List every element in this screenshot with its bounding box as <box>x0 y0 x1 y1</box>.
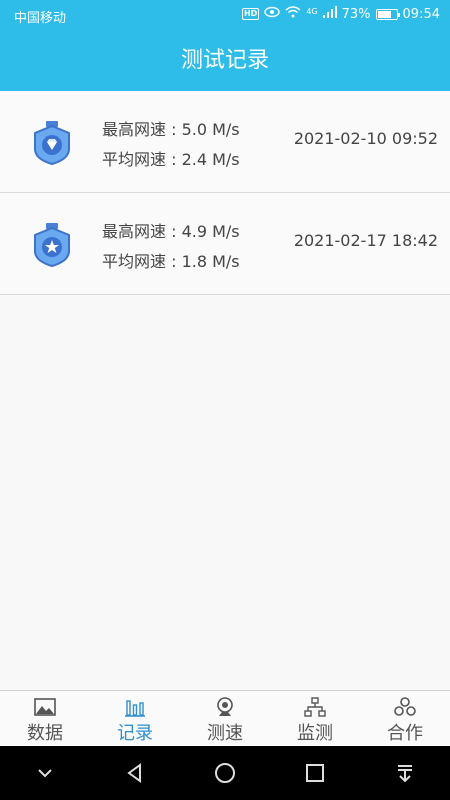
speed-info: 最高网速 : 5.0 M/s 平均网速 : 2.4 M/s <box>102 115 240 175</box>
tab-label: 记录 <box>117 723 153 744</box>
battery-percent: 73% <box>341 6 371 22</box>
tab-speedtest[interactable]: 测速 <box>180 691 270 746</box>
tab-records[interactable]: 记录 <box>90 691 180 746</box>
battery-icon <box>375 8 400 20</box>
recents-icon[interactable] <box>304 762 326 784</box>
page-title: 测试记录 <box>180 48 269 73</box>
tab-label: 合作 <box>387 723 423 744</box>
max-speed: 最高网速 : 4.9 M/s <box>102 222 240 241</box>
webcam-icon <box>217 697 233 716</box>
tab-cooperation[interactable]: 合作 <box>360 691 450 746</box>
clock: 09:54 <box>402 6 440 22</box>
wifi-icon <box>285 6 301 22</box>
list-item[interactable]: 最高网速 : 4.9 M/s 平均网速 : 1.8 M/s 2021-02-17… <box>0 193 450 295</box>
notification-pull-icon[interactable] <box>394 762 416 784</box>
home-icon[interactable] <box>214 762 236 784</box>
medal-diamond-icon <box>34 121 70 165</box>
chevron-down-icon[interactable] <box>34 762 56 784</box>
bar-chart-icon <box>125 700 145 717</box>
status-bar: 中国移动 HD 4G 73% 09:54 <box>0 0 450 30</box>
avg-speed: 平均网速 : 2.4 M/s <box>102 150 240 169</box>
tab-label: 数据 <box>27 723 63 744</box>
record-datetime: 2021-02-10 09:52 <box>293 129 438 148</box>
network-type-label: 4G <box>306 6 318 16</box>
record-datetime: 2021-02-17 18:42 <box>293 231 438 250</box>
tab-label: 测速 <box>207 723 243 744</box>
speed-info: 最高网速 : 4.9 M/s 平均网速 : 1.8 M/s <box>102 217 240 277</box>
status-icons: HD 4G 73% 09:54 <box>241 6 440 22</box>
avg-speed: 平均网速 : 1.8 M/s <box>102 252 240 271</box>
signal-icon <box>322 6 337 22</box>
eye-icon <box>264 6 281 22</box>
medal-star-icon <box>34 223 70 267</box>
tab-data[interactable]: 数据 <box>0 691 90 746</box>
back-icon[interactable] <box>124 762 146 784</box>
hd-icon: HD <box>241 8 260 20</box>
max-speed: 最高网速 : 5.0 M/s <box>102 120 240 139</box>
tab-label: 监测 <box>297 723 333 744</box>
bottom-tab-bar: 数据 记录 测速 监测 合作 <box>0 690 450 746</box>
header-bar: 中国移动 HD 4G 73% 09:54 测试记录 <box>0 0 450 91</box>
carrier-label: 中国移动 <box>14 11 67 26</box>
list-item[interactable]: 最高网速 : 5.0 M/s 平均网速 : 2.4 M/s 2021-02-10… <box>0 91 450 193</box>
system-nav-bar <box>0 746 450 800</box>
tab-monitor[interactable]: 监测 <box>270 691 360 746</box>
record-list: 最高网速 : 5.0 M/s 平均网速 : 2.4 M/s 2021-02-10… <box>0 91 450 295</box>
network-icon <box>304 697 326 717</box>
image-icon <box>34 698 56 716</box>
team-icon <box>394 697 416 716</box>
